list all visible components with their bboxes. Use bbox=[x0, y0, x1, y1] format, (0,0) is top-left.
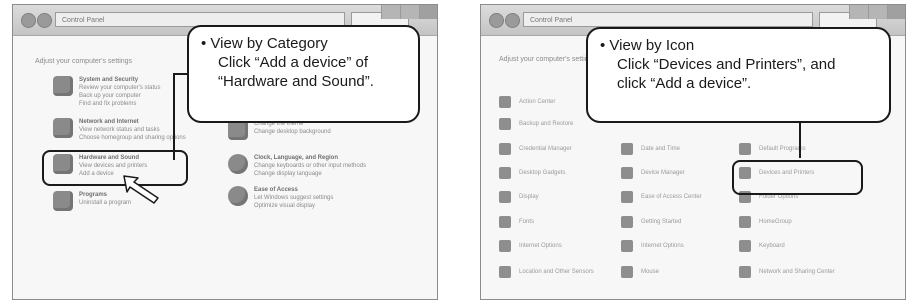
annotation-overlay bbox=[123, 73, 801, 204]
cursor-arrow-icon bbox=[123, 175, 159, 204]
left-connector-line bbox=[173, 73, 187, 160]
